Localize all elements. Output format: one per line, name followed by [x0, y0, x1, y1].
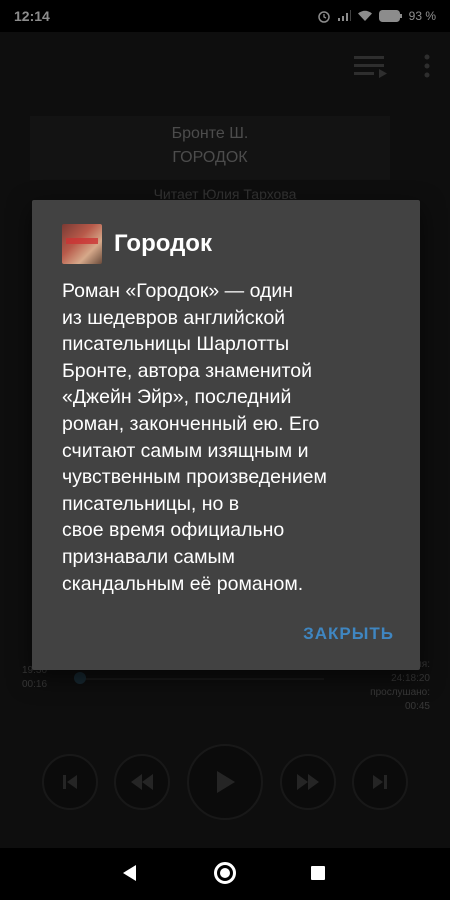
- description-line: считают самым изящным и: [62, 439, 309, 462]
- description-line: роман, законченный ею. Его: [62, 412, 320, 435]
- description-line: «Джейн Эйр», последний: [62, 386, 292, 409]
- description-line: из шедевров английской: [62, 306, 286, 329]
- home-icon[interactable]: [214, 862, 236, 884]
- description-line: скандальным её романом.: [62, 572, 304, 595]
- description-line: Бронте, автора знаменитой: [62, 359, 313, 382]
- description-line: чувственным произведением: [62, 466, 327, 489]
- system-nav-bar: [0, 848, 450, 900]
- back-icon[interactable]: [122, 864, 138, 882]
- dialog-title: Городок: [114, 230, 212, 257]
- book-cover-thumbnail: [62, 224, 102, 264]
- recent-apps-icon[interactable]: [311, 866, 325, 880]
- description-line: писательницы Шарлотты: [62, 333, 290, 356]
- description-line: признавали самым: [62, 545, 235, 568]
- description-line: Роман «Городок» — один: [62, 280, 294, 302]
- close-button[interactable]: ЗАКРЫТЬ: [303, 624, 394, 644]
- dialog-description: Роман «Городок» — один из шедевров англи…: [62, 278, 402, 597]
- dialog-header: Городок: [62, 224, 212, 264]
- description-line: писательницы, но в: [62, 492, 240, 515]
- book-description-dialog: Городок Роман «Городок» — один из шедевр…: [32, 200, 420, 670]
- description-line: свое время официально: [62, 519, 285, 542]
